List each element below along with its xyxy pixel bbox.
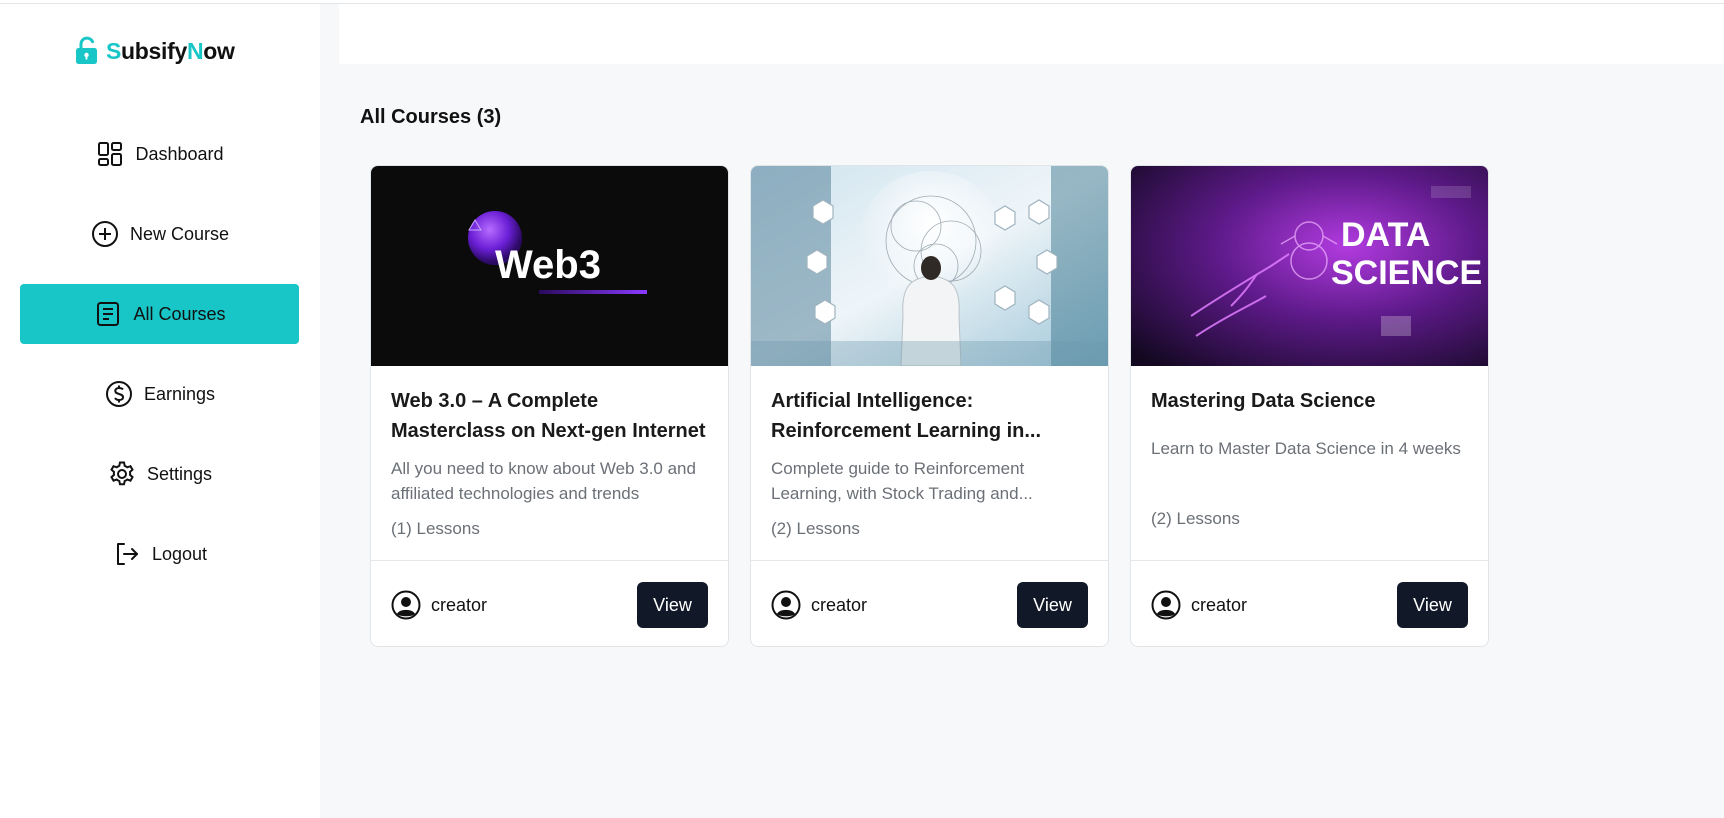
view-button[interactable]: View: [1017, 582, 1088, 628]
avatar-icon: [391, 590, 421, 620]
lesson-count: (2) Lessons: [1151, 509, 1240, 528]
dashboard-icon: [95, 139, 125, 169]
card-divider: [751, 560, 1108, 561]
sidebar: SubsifyNow Dashboard New Course All Cour…: [0, 4, 320, 818]
sidebar-item-label: All Courses: [133, 303, 226, 324]
course-author: creator: [771, 590, 867, 620]
author-name: creator: [811, 594, 868, 615]
author-name: creator: [431, 594, 488, 615]
course-author: creator: [1151, 590, 1247, 620]
lesson-count: (1) Lessons: [391, 519, 480, 538]
course-description: Complete guide to Reinforcement Learning…: [771, 459, 1033, 503]
sidebar-item-dashboard[interactable]: Dashboard: [20, 124, 299, 184]
sidebar-item-label: Dashboard: [135, 143, 224, 164]
sidebar-item-label: Earnings: [143, 383, 216, 404]
course-description: Learn to Master Data Science in 4 weeks: [1151, 439, 1461, 458]
author-name: creator: [1191, 594, 1248, 615]
sidebar-item-label: Logout: [151, 543, 208, 564]
sidebar-item-new-course[interactable]: New Course: [20, 204, 299, 264]
svg-text:SCIENCE: SCIENCE: [1331, 254, 1482, 292]
brand-logo[interactable]: SubsifyNow: [72, 34, 235, 68]
svg-text:Web3: Web3: [495, 243, 601, 287]
course-thumbnail-ai: [751, 166, 1108, 366]
sidebar-item-settings[interactable]: Settings: [20, 444, 299, 504]
logout-icon: [112, 539, 142, 569]
sidebar-item-all-courses[interactable]: All Courses: [20, 284, 299, 344]
view-button[interactable]: View: [637, 582, 708, 628]
brand-name: SubsifyNow: [106, 37, 235, 64]
course-description: All you need to know about Web 3.0 and a…: [391, 459, 696, 503]
course-author: creator: [391, 590, 487, 620]
course-card[interactable]: DATA SCIENCE Mastering Data Science Lear…: [1130, 165, 1489, 647]
page-title: All Courses (3): [360, 106, 502, 128]
course-card[interactable]: Artificial Intelligence: Reinforcement L…: [750, 165, 1109, 647]
course-title[interactable]: Web 3.0 – A Complete Masterclass on Next…: [391, 386, 713, 446]
card-divider: [371, 560, 728, 561]
sidebar-item-label: Settings: [146, 463, 213, 484]
card-divider: [1131, 560, 1488, 561]
course-thumbnail-web3: Web3: [371, 166, 728, 366]
course-title[interactable]: Artificial Intelligence: Reinforcement L…: [771, 386, 1093, 446]
sidebar-item-logout[interactable]: Logout: [20, 524, 299, 584]
document-list-icon: [93, 299, 123, 329]
sidebar-item-label: New Course: [129, 223, 230, 244]
course-card[interactable]: Web3 Web 3.0 – A Complete Masterclass on…: [370, 165, 729, 647]
gear-icon: [107, 459, 137, 489]
avatar-icon: [771, 590, 801, 620]
dollar-circle-icon: [104, 379, 134, 409]
svg-text:DATA: DATA: [1341, 216, 1430, 254]
view-button[interactable]: View: [1397, 582, 1468, 628]
plus-circle-icon: [90, 219, 120, 249]
top-header-bar: [339, 4, 1724, 64]
lesson-count: (2) Lessons: [771, 519, 860, 538]
course-thumbnail-data-science: DATA SCIENCE: [1131, 166, 1488, 366]
avatar-icon: [1151, 590, 1181, 620]
lock-icon: [76, 36, 97, 64]
course-title[interactable]: Mastering Data Science: [1151, 386, 1473, 416]
sidebar-item-earnings[interactable]: Earnings: [20, 364, 299, 424]
